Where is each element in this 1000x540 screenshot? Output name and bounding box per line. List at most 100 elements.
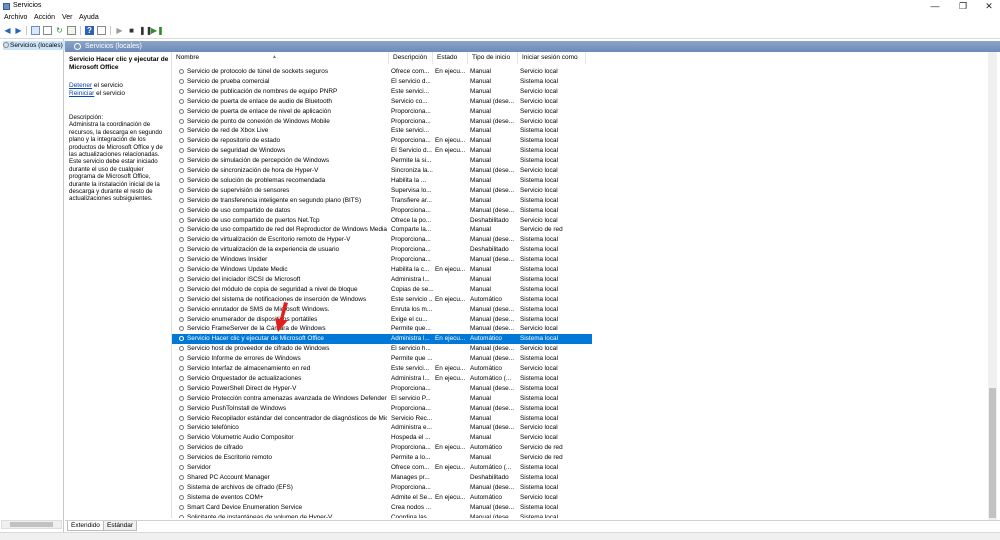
table-row[interactable]: Servicio de Windows Insider Proporciona..…: [172, 255, 592, 265]
table-row[interactable]: Servicio de virtualización de la experie…: [172, 245, 592, 255]
service-gear-icon: [179, 346, 184, 352]
forward-icon[interactable]: ▶: [14, 26, 23, 35]
column-header-nombre[interactable]: Nombre ▲: [172, 52, 389, 64]
table-row[interactable]: Servicio del módulo de copia de segurida…: [172, 285, 592, 295]
table-row[interactable]: Servicio Orquestador de actualizaciones A…: [172, 374, 592, 384]
table-row[interactable]: Servicio de sincronización de hora de Hy…: [172, 166, 592, 176]
service-gear-icon: [179, 474, 184, 480]
close-button[interactable]: ✕: [976, 0, 1000, 13]
service-gear-icon: [179, 425, 184, 431]
table-row[interactable]: Servicio Volumetric Audio Compositor Hosp…: [172, 433, 592, 443]
table-row[interactable]: Servicio de virtualización de Escritorio…: [172, 235, 592, 245]
column-header-descripcion[interactable]: Descripción: [389, 52, 433, 64]
table-row[interactable]: Servicio Recopilador estándar del concen…: [172, 414, 592, 424]
table-row[interactable]: Servicio de Windows Update Medic Habilita…: [172, 265, 592, 275]
table-row[interactable]: Servicio de uso compartido de datos Propo…: [172, 206, 592, 216]
console-tree-icon[interactable]: [31, 26, 40, 35]
minimize-button[interactable]: —: [922, 0, 948, 13]
tree-horizontal-scrollbar[interactable]: [1, 520, 62, 529]
table-row[interactable]: Servicio enrutador de SMS de Microsoft W…: [172, 305, 592, 315]
refresh-icon[interactable]: ↻: [55, 26, 64, 35]
table-row[interactable]: Sistema de archivos de cifrado (EFS) Prop…: [172, 483, 592, 493]
service-gear-icon: [179, 385, 184, 391]
menu-ver[interactable]: Ver: [62, 14, 73, 21]
table-row[interactable]: Sistema de eventos COM+ Admite el Se... En…: [172, 493, 592, 503]
table-row[interactable]: Servicio de supervisión de sensores Super…: [172, 186, 592, 196]
table-row[interactable]: Servicio FrameServer de la Cámara de Win…: [172, 324, 592, 334]
service-status: En ejecu...: [435, 464, 466, 471]
service-name: Servicio de uso compartido de red del Re…: [187, 226, 387, 234]
service-name: Servicio de supervisión de sensores: [187, 186, 290, 194]
maximize-button[interactable]: ❐: [950, 0, 976, 13]
restart-service-icon[interactable]: ▶❚: [151, 26, 164, 35]
column-header-iniciar-sesion[interactable]: Iniciar sesión como: [518, 52, 586, 64]
table-row[interactable]: Servicio Interfaz de almacenamiento en r…: [172, 364, 592, 374]
stop-service-icon[interactable]: ■: [127, 26, 136, 35]
restart-service-link[interactable]: Reiniciar: [69, 90, 94, 97]
column-header-tipo-inicio[interactable]: Tipo de inicio: [468, 52, 518, 64]
table-row[interactable]: Servicio de transferencia inteligente en…: [172, 196, 592, 206]
service-startup-type: Manual: [470, 226, 491, 234]
table-row[interactable]: Servicio de red de Xbox Live Este servici…: [172, 126, 592, 136]
table-row[interactable]: Servicios de cifrado Proporciona... En eje…: [172, 443, 592, 453]
service-name: Servicio de virtualización de la experie…: [187, 246, 340, 254]
table-row[interactable]: Servicio PushToInstall de Windows Proporc…: [172, 404, 592, 414]
table-row[interactable]: Servicio PowerShell Direct de Hyper-V Pro…: [172, 384, 592, 394]
table-row[interactable]: Servicio de protocolo de túnel de socket…: [172, 67, 592, 77]
menu-ayuda[interactable]: Ayuda: [79, 14, 99, 21]
service-startup-type: Manual (dese...: [470, 503, 515, 511]
table-row[interactable]: Servicio de uso compartido de red del Re…: [172, 225, 592, 235]
table-row[interactable]: Servicio de publicación de nombres de eq…: [172, 87, 592, 97]
table-row[interactable]: Servicio de simulación de percepción de …: [172, 156, 592, 166]
service-description: Comparte la...: [391, 226, 432, 234]
scrollbar-thumb[interactable]: [989, 388, 996, 518]
table-row[interactable]: Servicio del iniciador iSCSI de Microsof…: [172, 275, 592, 285]
table-row[interactable]: Servicio de seguridad de Windows El Servi…: [172, 146, 592, 156]
table-row[interactable]: Servicio telefónico Administra e... Manual…: [172, 423, 592, 433]
table-row[interactable]: Servicio de punto de conexión de Windows…: [172, 117, 592, 127]
service-gear-icon: [179, 197, 184, 203]
table-row[interactable]: Servidor Ofrece com... En ejecu... Automáti…: [172, 463, 592, 473]
list-vertical-scrollbar[interactable]: [988, 52, 997, 521]
service-gear-icon: [179, 118, 184, 124]
service-gear-icon: [179, 415, 184, 421]
table-row[interactable]: Servicio host de proveedor de cifrado de…: [172, 344, 592, 354]
table-row[interactable]: Servicio Hacer clic y ejecutar de Micros…: [172, 334, 592, 345]
start-service-icon[interactable]: ▶: [115, 26, 124, 35]
tree-item-servicios-locales[interactable]: Servicios (locales): [3, 41, 65, 50]
back-icon[interactable]: ◀: [3, 26, 12, 35]
table-row[interactable]: Solicitante de instantáneas de volumen d…: [172, 513, 592, 518]
tab-extendido[interactable]: Extendido: [67, 521, 104, 531]
table-row[interactable]: Servicio del sistema de notificaciones d…: [172, 295, 592, 305]
table-row[interactable]: Servicio de uso compartido de puertos Ne…: [172, 216, 592, 226]
service-startup-type: Manual (dese...: [470, 404, 515, 412]
properties-icon[interactable]: [43, 26, 52, 35]
table-row[interactable]: Servicio de solución de problemas recome…: [172, 176, 592, 186]
table-row[interactable]: Servicio de prueba comercial El servicio …: [172, 77, 592, 87]
tab-estandar[interactable]: Estándar: [103, 521, 138, 531]
table-row[interactable]: Smart Card Device Enumeration Service Cre…: [172, 503, 592, 513]
table-row[interactable]: Servicio Informe de errores de Windows Pe…: [172, 354, 592, 364]
table-row[interactable]: Servicio de puerta de enlace de nivel de…: [172, 107, 592, 117]
help-icon[interactable]: ?: [85, 26, 94, 35]
table-row[interactable]: Servicio Protección contra amenazas avan…: [172, 394, 592, 404]
menu-archivo[interactable]: Archivo: [4, 14, 27, 21]
menu-accion[interactable]: Acción: [34, 14, 55, 21]
service-startup-type: Automático: [470, 444, 502, 452]
table-row[interactable]: Servicio enumerador de dispositivos port…: [172, 315, 592, 325]
service-description: Admite el Se...: [391, 493, 433, 501]
pause-service-icon[interactable]: ❚❚: [139, 26, 152, 35]
table-row[interactable]: Servicios de Escritorio remoto Permite a …: [172, 453, 592, 463]
export-icon[interactable]: [67, 26, 76, 35]
service-gear-icon: [179, 316, 184, 322]
service-logon-as: Servicio local: [520, 87, 558, 95]
column-header-estado[interactable]: Estado: [433, 52, 468, 64]
stop-service-link[interactable]: Detener: [69, 82, 92, 89]
service-name: Servicio de puerta de enlace de nivel de…: [187, 107, 331, 115]
table-row[interactable]: Servicio de puerta de enlace de audio de…: [172, 97, 592, 107]
table-row[interactable]: Shared PC Account Manager Manages pr... De…: [172, 473, 592, 483]
scrollbar-thumb[interactable]: [10, 522, 53, 527]
table-row[interactable]: Servicio de repositorio de estado Proporc…: [172, 136, 592, 146]
view-icon[interactable]: [97, 26, 106, 35]
service-logon-as: Sistema local: [520, 275, 559, 283]
